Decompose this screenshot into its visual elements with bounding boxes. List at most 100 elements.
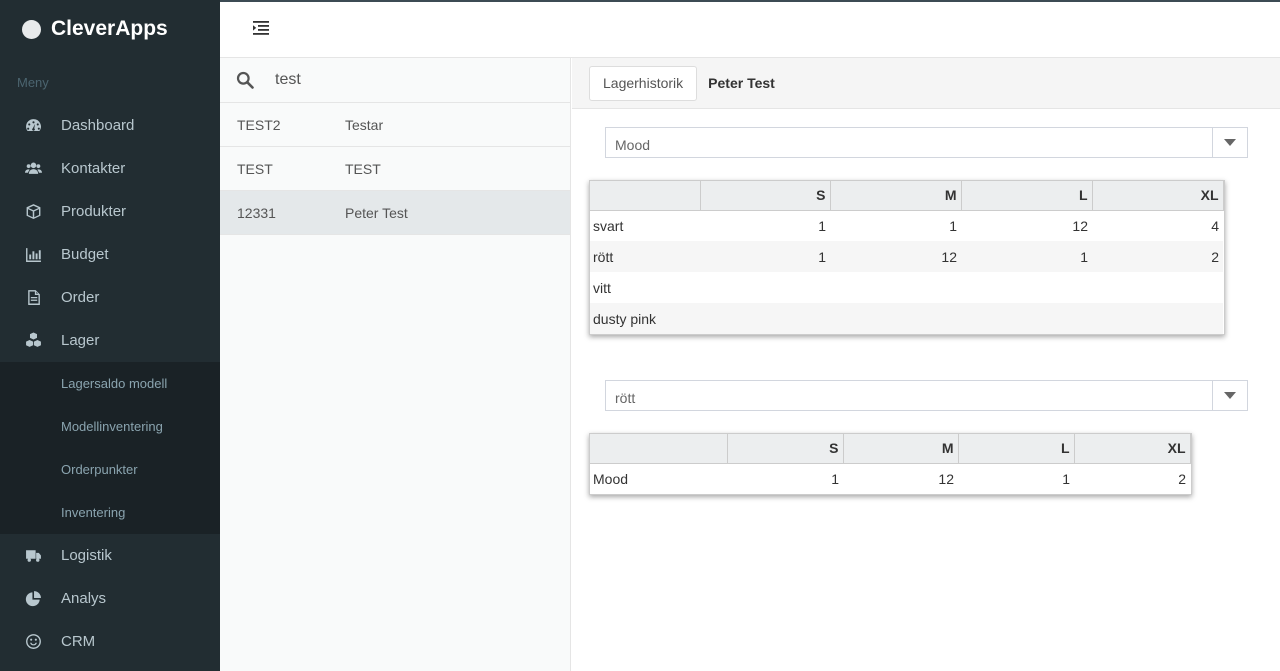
truck-icon: [24, 547, 42, 565]
table-cell[interactable]: 1: [958, 463, 1074, 494]
tab-lagerhistorik[interactable]: Lagerhistorik: [589, 65, 698, 101]
dashboard-icon: [24, 117, 42, 135]
list-item-name: TEST: [345, 160, 381, 177]
sidebar-item-lager[interactable]: Lager: [0, 319, 220, 362]
sidebar-item-label: Lager: [61, 332, 100, 349]
list-item[interactable]: TEST2 Testar: [220, 103, 570, 147]
pie-chart-icon: [24, 590, 42, 608]
table-cell[interactable]: 2: [1092, 241, 1223, 272]
sidebar-toggle-icon[interactable]: [253, 21, 269, 35]
table-cell[interactable]: [961, 272, 1092, 303]
table-cell[interactable]: [700, 303, 830, 334]
column-header: S: [727, 434, 844, 464]
users-icon: [24, 160, 42, 178]
table-cell[interactable]: 1: [700, 241, 830, 272]
list-item-name: Testar: [345, 116, 384, 133]
column-header: XL: [1092, 181, 1224, 211]
sidebar-item-dashboard[interactable]: Dashboard: [0, 104, 220, 147]
column-header: L: [958, 434, 1075, 464]
table-row: vitt: [590, 272, 1223, 303]
table-header-row: S M L XL: [590, 181, 1224, 211]
table-cell[interactable]: 2: [1074, 463, 1190, 494]
model-select-value: Mood: [615, 137, 651, 153]
stock-table-by-color: S M L XL svart 1 1 12 4 rött 1 12 1 2 vi…: [589, 180, 1225, 335]
list-item-code: TEST: [237, 160, 273, 177]
stock-table-by-model: S M L XL Mood 1 12 1 2: [589, 433, 1192, 495]
chevron-down-icon[interactable]: [1212, 128, 1247, 157]
sidebar: CleverApps Meny Dashboard Kontakter Prod…: [0, 0, 220, 671]
list-item-name: Peter Test: [345, 204, 408, 221]
contact-title: Peter Test: [708, 75, 775, 91]
sidebar-item-label: Kontakter: [61, 160, 126, 177]
bar-chart-icon: [24, 246, 42, 264]
row-label: svart: [593, 217, 624, 234]
submenu-item-lagersaldo-modell[interactable]: Lagersaldo modell: [0, 362, 220, 405]
sidebar-item-label: Analys: [61, 590, 107, 607]
submenu-item-orderpunkter[interactable]: Orderpunkter: [0, 448, 220, 491]
color-select[interactable]: rött: [605, 380, 1248, 411]
cubes-icon: [24, 332, 42, 350]
table-cell[interactable]: 4: [1092, 210, 1223, 241]
lager-submenu: Lagersaldo modell Modellinventering Orde…: [0, 362, 220, 534]
table-cell[interactable]: 12: [843, 463, 958, 494]
sidebar-item-logistik[interactable]: Logistik: [0, 534, 220, 577]
top-bar: [220, 0, 1280, 58]
table-corner-cell: [590, 434, 728, 464]
table-cell[interactable]: [1092, 272, 1223, 303]
contact-list-panel: TEST2 Testar TEST TEST 12331 Peter Test: [220, 58, 571, 671]
sidebar-item-crm[interactable]: CRM: [0, 620, 220, 663]
sidebar-item-produkter[interactable]: Produkter: [0, 190, 220, 233]
submenu-item-modellinventering[interactable]: Modellinventering: [0, 405, 220, 448]
color-select-value: rött: [615, 390, 636, 406]
table-row: Mood 1 12 1 2: [590, 463, 1190, 494]
smile-icon: [24, 633, 42, 651]
row-label: dusty pink: [590, 303, 700, 334]
list-item-code: 12331: [237, 204, 276, 221]
model-select[interactable]: Mood: [605, 127, 1248, 158]
list-item[interactable]: TEST TEST: [220, 147, 570, 191]
list-item-selected[interactable]: 12331 Peter Test: [220, 191, 570, 235]
sidebar-item-order[interactable]: Order: [0, 276, 220, 319]
table-cell[interactable]: [700, 272, 830, 303]
table-cell[interactable]: 1: [961, 241, 1092, 272]
submenu-item-inventering[interactable]: Inventering: [0, 491, 220, 534]
table-cell[interactable]: 1: [830, 210, 961, 241]
sidebar-item-kontakter[interactable]: Kontakter: [0, 147, 220, 190]
table-row: rött 1 12 1 2: [590, 241, 1223, 272]
detail-tab-bar: Lagerhistorik Peter Test: [572, 58, 1280, 109]
sidebar-item-budget[interactable]: Budget: [0, 233, 220, 276]
table-cell[interactable]: [1092, 303, 1223, 334]
row-label: Mood: [593, 470, 629, 487]
table-cell[interactable]: 12: [961, 210, 1092, 241]
detail-panel: Lagerhistorik Peter Test Mood S M L XL s…: [572, 58, 1280, 671]
sidebar-item-label: Budget: [61, 246, 109, 263]
table-corner-cell: [590, 181, 701, 211]
sidebar-item-label: Order: [61, 289, 100, 306]
sidebar-item-label: Produkter: [61, 203, 127, 220]
row-label: rött: [590, 241, 700, 272]
table-cell[interactable]: [830, 272, 961, 303]
table-cell[interactable]: 1: [700, 210, 830, 241]
cube-icon: [24, 203, 42, 221]
table-row: dusty pink: [590, 303, 1223, 334]
table-header-row: S M L XL: [590, 434, 1191, 464]
search-input[interactable]: [275, 71, 535, 89]
logo-icon: [22, 19, 41, 39]
table-cell[interactable]: [830, 303, 961, 334]
table-cell[interactable]: 1: [727, 463, 843, 494]
sidebar-item-label: CRM: [61, 633, 96, 650]
brand[interactable]: CleverApps: [0, 0, 220, 58]
column-header: S: [700, 181, 831, 211]
search-bar: [220, 58, 570, 103]
table-cell[interactable]: [961, 303, 1092, 334]
menu-header: Meny: [17, 75, 49, 90]
column-header: XL: [1074, 434, 1191, 464]
column-header: M: [843, 434, 959, 464]
chevron-down-icon[interactable]: [1212, 381, 1247, 410]
sidebar-item-analys[interactable]: Analys: [0, 577, 220, 620]
sidebar-item-label: Logistik: [61, 547, 112, 564]
file-icon: [24, 289, 42, 307]
sidebar-item-label: Dashboard: [61, 117, 135, 134]
table-cell[interactable]: 12: [830, 241, 961, 272]
column-header: L: [961, 181, 1093, 211]
